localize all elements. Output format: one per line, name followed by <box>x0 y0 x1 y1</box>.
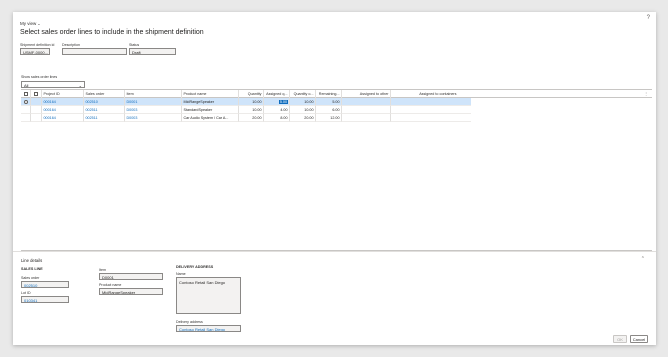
chevron-down-icon: ⌄ <box>37 21 41 26</box>
cell-project-id[interactable]: 000164 <box>41 106 83 114</box>
assigned-qty-value[interactable]: 5.00 <box>279 100 288 104</box>
status-field: Draft <box>129 48 176 55</box>
sales-order-label: Sales order <box>21 276 40 280</box>
column-header-project-id[interactable]: Project ID <box>41 90 83 98</box>
help-icon[interactable]: ? <box>647 15 650 21</box>
name-field: Contoso Retail San Diego <box>176 277 241 314</box>
table-row[interactable]: 000164 002511 D0003 Car Audio System / C… <box>21 114 471 122</box>
status-label: Status <box>129 43 140 47</box>
product-name-label: Product name <box>99 283 122 287</box>
view-selector[interactable]: My view⌄ <box>20 21 41 26</box>
cell-remaining: 12.00 <box>315 114 341 122</box>
cell-item[interactable]: D0003 <box>124 106 181 114</box>
sales-order-field[interactable]: 002510 <box>21 281 69 288</box>
grid-header-row: Project ID Sales order Item Product name… <box>21 90 652 98</box>
shipment-definition-field[interactable]: USMF-0000... <box>20 48 50 55</box>
shipment-dialog: ? My view⌄ Select sales order lines to i… <box>13 12 656 345</box>
delivery-address-label: Delivery address <box>176 320 203 324</box>
table-row[interactable]: 000164 002511 D0003 StandardSpeaker 10.0… <box>21 106 471 114</box>
cell-sales-order[interactable]: 002511 <box>83 106 124 114</box>
row-radio[interactable] <box>24 100 28 104</box>
delivery-address-heading: DELIVERY ADDRESS <box>176 265 214 269</box>
cell-assigned-qty[interactable]: 4.00 <box>263 106 289 114</box>
sales-line-heading: SALES LINE <box>21 267 43 271</box>
cell-assigned-containers <box>390 114 471 122</box>
cell-item[interactable]: D0001 <box>124 98 181 106</box>
shipment-definition-label: Shipment definition id <box>20 43 55 47</box>
cell-sales-order[interactable]: 002511 <box>83 114 124 122</box>
lot-id-field[interactable]: 010341 <box>21 296 69 303</box>
cell-product-name: MidRangeSpeaker <box>181 98 238 106</box>
cell-quantity: 10.00 <box>238 98 263 106</box>
chevron-down-icon: ⌄ <box>78 82 82 88</box>
column-header-assigned-containers[interactable]: Assigned to containers <box>390 90 458 98</box>
sales-lines-grid: Project ID Sales order Item Product name… <box>21 89 652 251</box>
mark-column-cell <box>30 90 41 98</box>
row-radio-cell[interactable] <box>21 98 30 106</box>
show-lines-value: All <box>24 83 29 88</box>
cell-assigned-qty[interactable]: 8.00 <box>263 114 289 122</box>
select-all-checkbox[interactable] <box>24 92 28 96</box>
ok-button[interactable]: OK <box>613 335 627 343</box>
cell-quantity-o: 10.00 <box>289 106 315 114</box>
cell-assigned-containers <box>390 106 471 114</box>
cell-remaining: 6.00 <box>315 106 341 114</box>
description-label: Description <box>62 43 80 47</box>
column-header-assigned-other[interactable]: Assigned to other <box>341 90 390 98</box>
cell-quantity: 20.00 <box>238 114 263 122</box>
cell-item[interactable]: D0003 <box>124 114 181 122</box>
name-label: Name <box>176 272 186 276</box>
delivery-address-field[interactable]: Contoso Retail San Diego <box>176 325 241 332</box>
cell-quantity: 10.00 <box>238 106 263 114</box>
row-radio-cell[interactable] <box>21 106 30 114</box>
show-lines-select[interactable]: All ⌄ <box>21 81 85 88</box>
row-mark-cell[interactable] <box>30 106 41 114</box>
section-divider <box>13 251 656 252</box>
cell-assigned-other <box>341 98 390 106</box>
cell-assigned-other <box>341 114 390 122</box>
cell-assigned-containers <box>390 98 471 106</box>
row-mark-cell[interactable] <box>30 98 41 106</box>
column-header-item[interactable]: Item <box>124 90 181 98</box>
dialog-title: Select sales order lines to include in t… <box>20 29 204 36</box>
cell-product-name: StandardSpeaker <box>181 106 238 114</box>
cell-sales-order[interactable]: 002510 <box>83 98 124 106</box>
product-name-field: MidRangeSpeaker <box>99 288 163 295</box>
column-header-remaining[interactable]: Remaining... <box>315 90 341 98</box>
cell-assigned-other <box>341 106 390 114</box>
cell-product-name: Car Audio System / Car A... <box>181 114 238 122</box>
cell-assigned-qty-input[interactable]: 5.00 <box>263 98 289 106</box>
column-header-product-name[interactable]: Product name <box>181 90 238 98</box>
select-all-cell[interactable] <box>21 90 30 98</box>
column-header-sales-order[interactable]: Sales order <box>83 90 124 98</box>
item-label: Item <box>99 268 106 272</box>
column-header-quantity[interactable]: Quantity <box>238 90 263 98</box>
show-lines-label: Show sales order lines <box>21 75 58 79</box>
description-field[interactable] <box>62 48 127 55</box>
view-label: My view <box>20 21 37 26</box>
chevron-up-icon[interactable]: ⌃ <box>641 256 645 262</box>
table-row[interactable]: 000164 002510 D0001 MidRangeSpeaker 10.0… <box>21 98 471 106</box>
column-options-icon[interactable]: ⋮ <box>644 90 648 98</box>
column-header-quantity-o[interactable]: Quantity o... <box>289 90 315 98</box>
cell-project-id[interactable]: 000164 <box>41 98 83 106</box>
row-mark-cell[interactable] <box>30 114 41 122</box>
cell-project-id[interactable]: 000164 <box>41 114 83 122</box>
cancel-button[interactable]: Cancel <box>630 335 648 343</box>
row-radio-cell[interactable] <box>21 114 30 122</box>
mark-all-checkbox[interactable] <box>34 92 38 96</box>
cell-quantity-o: 20.00 <box>289 114 315 122</box>
column-header-assigned-qty[interactable]: Assigned q... <box>263 90 289 98</box>
item-field: D0001 <box>99 273 163 280</box>
cell-quantity-o: 10.00 <box>289 98 315 106</box>
line-details-title: Line details <box>21 258 43 263</box>
cell-remaining: 5.00 <box>315 98 341 106</box>
lot-id-label: Lot ID <box>21 291 31 295</box>
